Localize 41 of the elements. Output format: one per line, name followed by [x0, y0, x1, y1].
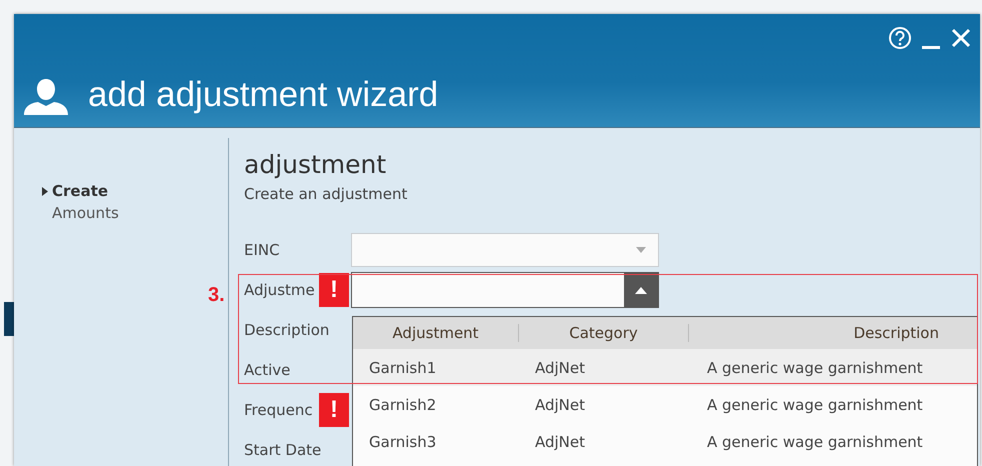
column-header[interactable]: Description: [689, 324, 977, 342]
list-cell-text: Garnish3: [368, 432, 438, 450]
list-cell-text: A generic wage garnishment: [706, 432, 924, 450]
adjustment-combo[interactable]: [351, 272, 659, 308]
list-cell-text: A generic wage garnishment: [706, 396, 924, 414]
page-title: adjustment: [244, 150, 388, 180]
list-cell-text: AdjNet: [534, 358, 586, 376]
list-cell-text: Garnish1: [368, 358, 438, 376]
list-row[interactable]: Garnish3 AdjNet A generic wage garnishment: [353, 423, 977, 460]
list-row[interactable]: Garnish2 AdjNet A generic wage garnishment: [353, 386, 977, 423]
pointer-icon: [42, 186, 48, 196]
field-label: EINC: [244, 241, 280, 259]
field-label: Description: [244, 321, 330, 339]
minimize-icon: [922, 46, 940, 48]
error-badge: !: [319, 273, 349, 307]
list-row[interactable]: Garnish1 AdjNet A generic wage garnishment: [353, 349, 977, 386]
help-icon: [888, 26, 912, 50]
help-button[interactable]: [888, 26, 912, 50]
list-cell-text: AdjNet: [534, 432, 586, 450]
dropdown-toggle-button[interactable]: [624, 273, 658, 307]
list-cell-text: A generic wage garnishment: [706, 358, 924, 376]
close-button[interactable]: [950, 27, 972, 49]
caret-icon: [635, 286, 647, 294]
nav-item[interactable]: Amounts: [42, 204, 228, 222]
list-cell-text: Garnish2: [368, 396, 438, 414]
dropdown-arrow-icon: [636, 247, 646, 253]
column-header[interactable]: Category: [519, 324, 689, 342]
window-title: add adjustment wizard: [88, 75, 438, 115]
nav-item[interactable]: Create: [42, 182, 228, 200]
error-badge: !: [319, 393, 349, 427]
close-icon: [950, 27, 972, 49]
column-header[interactable]: Adjustment: [353, 324, 519, 342]
field-label: Frequenc: [244, 401, 313, 419]
field-label: Adjustme: [244, 281, 315, 299]
annotation-number: 3.: [208, 284, 225, 307]
list-cell-text: AdjNet: [534, 396, 586, 414]
field-label: Active: [244, 361, 290, 379]
field-label: Start Date: [244, 441, 322, 459]
adjustment-input[interactable]: [352, 273, 624, 307]
page-subtitle: Create an adjustment: [244, 184, 408, 204]
user-icon: [24, 79, 68, 115]
